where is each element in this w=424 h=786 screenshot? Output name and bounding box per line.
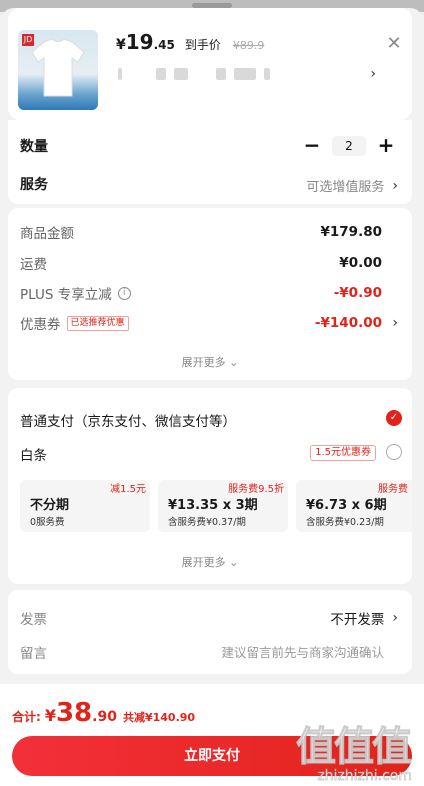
amount-card: 商品金额 ¥179.80 运费 ¥0.00 PLUS 专享立减 i -¥0.90… [8,208,412,380]
chevron-right-icon: › [392,315,398,331]
plus-discount-row: PLUS 专享立减 i -¥0.90 [20,283,398,303]
chevron-right-icon: › [392,610,398,626]
checkout-sheet: JD ¥ 19 .45 到手价 ¥89.9 ✕ › 数量 − 2 + 服务 可选… [0,8,424,786]
baitiao-coupon-badge: 1.5元优惠券 [310,445,376,461]
total-label: 合计: [12,710,41,724]
installment-title: ¥6.73 x 6期 [306,498,387,513]
shipping-value: ¥0.00 [339,255,382,271]
coupon-value: -¥140.00 [314,315,382,331]
info-icon[interactable]: i [117,286,131,300]
installment-tag: 服务费 [378,484,408,495]
installment-title: 不分期 [30,498,70,513]
price-integer: 19 [125,30,154,54]
total-price: 合计: ¥ 38 .90 共减¥140.90 [12,698,195,728]
sku-selector[interactable] [116,66,392,82]
goods-amount-value: ¥179.80 [320,224,383,240]
memo-field[interactable]: 建议留言前先与商家沟通确认 [221,642,384,661]
price-decimal: .45 [153,38,175,52]
redacted-text [216,68,226,80]
decrease-button[interactable]: − [302,135,322,156]
chevron-right-icon[interactable]: › [370,66,376,82]
coupon-row[interactable]: 优惠券 已选推荐优惠 -¥140.00 › [20,313,398,333]
chevron-right-icon: › [392,177,398,194]
baitiao-radio[interactable] [386,444,402,460]
increase-button[interactable]: + [376,135,396,156]
total-currency: ¥ [44,706,56,725]
checkout-footer: 合计: ¥ 38 .90 共减¥140.90 立即支付 值值值 zhizhizh… [0,684,424,786]
watermark-logo: 值值值 [296,724,413,771]
service-label: 服务 [20,177,48,193]
installment-fee: 0服务费 [30,517,65,528]
baitiao-label[interactable]: 白条 [20,444,47,464]
installment-title: ¥13.35 x 3期 [168,498,258,513]
product-header: JD ¥ 19 .45 到手价 ¥89.9 ✕ › [8,8,412,120]
total-integer: 38 [55,698,93,728]
installment-option[interactable]: 服务费 ¥6.73 x 6期 含服务费¥0.23/期 [296,480,412,532]
goods-amount-label: 商品金额 [20,226,74,242]
payment-card: 普通支付（京东支付、微信支付等） ✓ 白条 1.5元优惠券 减1.5元 不分期 … [8,388,412,584]
invoice-label: 发票 [20,612,47,628]
shipping-row: 运费 ¥0.00 [20,253,398,273]
expand-more-button[interactable]: 展开更多 ⌄ [8,554,412,570]
normal-pay-label[interactable]: 普通支付（京东支付、微信支付等） [20,410,236,430]
redacted-text [234,68,256,80]
close-icon[interactable]: ✕ [386,35,402,53]
plus-discount-label: PLUS 专享立减 i [20,283,131,303]
watermark-url: zhizhizhi.com [317,768,412,785]
invoice-selector[interactable]: 不开发票 › [330,608,398,628]
installment-option[interactable]: 减1.5元 不分期 0服务费 [20,480,150,532]
service-selector[interactable]: 可选增值服务 › [306,176,398,196]
service-value: 可选增值服务 [306,180,385,195]
invoice-value: 不开发票 [330,612,385,628]
installment-tag: 服务费9.5折 [228,484,284,495]
normal-pay-radio[interactable]: ✓ [386,410,402,426]
product-thumbnail[interactable]: JD [18,30,98,110]
redacted-text [156,68,166,80]
redacted-text [174,68,188,80]
plus-discount-value: -¥0.90 [333,285,382,301]
total-decimal: .90 [92,709,117,725]
redacted-text [264,68,270,80]
installment-fee: 含服务费¥0.37/期 [168,517,246,528]
total-savings: 共减¥140.90 [122,711,196,724]
price-row: ¥ 19 .45 到手价 ¥89.9 [116,30,264,54]
expand-more-button[interactable]: 展开更多 ⌄ [8,354,412,370]
quantity-label: 数量 [20,139,48,155]
goods-amount-row: 商品金额 ¥179.80 [20,222,398,242]
price-currency: ¥ [116,37,126,53]
coupon-label: 优惠券 已选推荐优惠 [20,313,129,333]
redacted-text [118,68,122,80]
coupon-text: 优惠券 [20,317,61,333]
brand-logo-icon: JD [22,34,34,46]
invoice-memo-card: 发票 不开发票 › 留言 建议留言前先与商家沟通确认 [8,590,412,674]
installment-tag: 减1.5元 [110,484,146,495]
shipping-label: 运费 [20,257,47,273]
quantity-stepper: − 2 + [302,135,396,156]
installment-fee: 含服务费¥0.23/期 [306,517,384,528]
installment-option[interactable]: 服务费9.5折 ¥13.35 x 3期 含服务费¥0.37/期 [158,480,288,532]
plus-discount-text: PLUS 专享立减 [20,287,112,303]
memo-label: 留言 [20,646,47,662]
coupon-badge: 已选推荐优惠 [66,315,129,331]
quantity-service-card: 数量 − 2 + 服务 可选增值服务 › [8,120,412,204]
price-label: 到手价 [184,38,221,52]
quantity-value[interactable]: 2 [332,136,366,156]
original-price: ¥89.9 [232,39,265,52]
